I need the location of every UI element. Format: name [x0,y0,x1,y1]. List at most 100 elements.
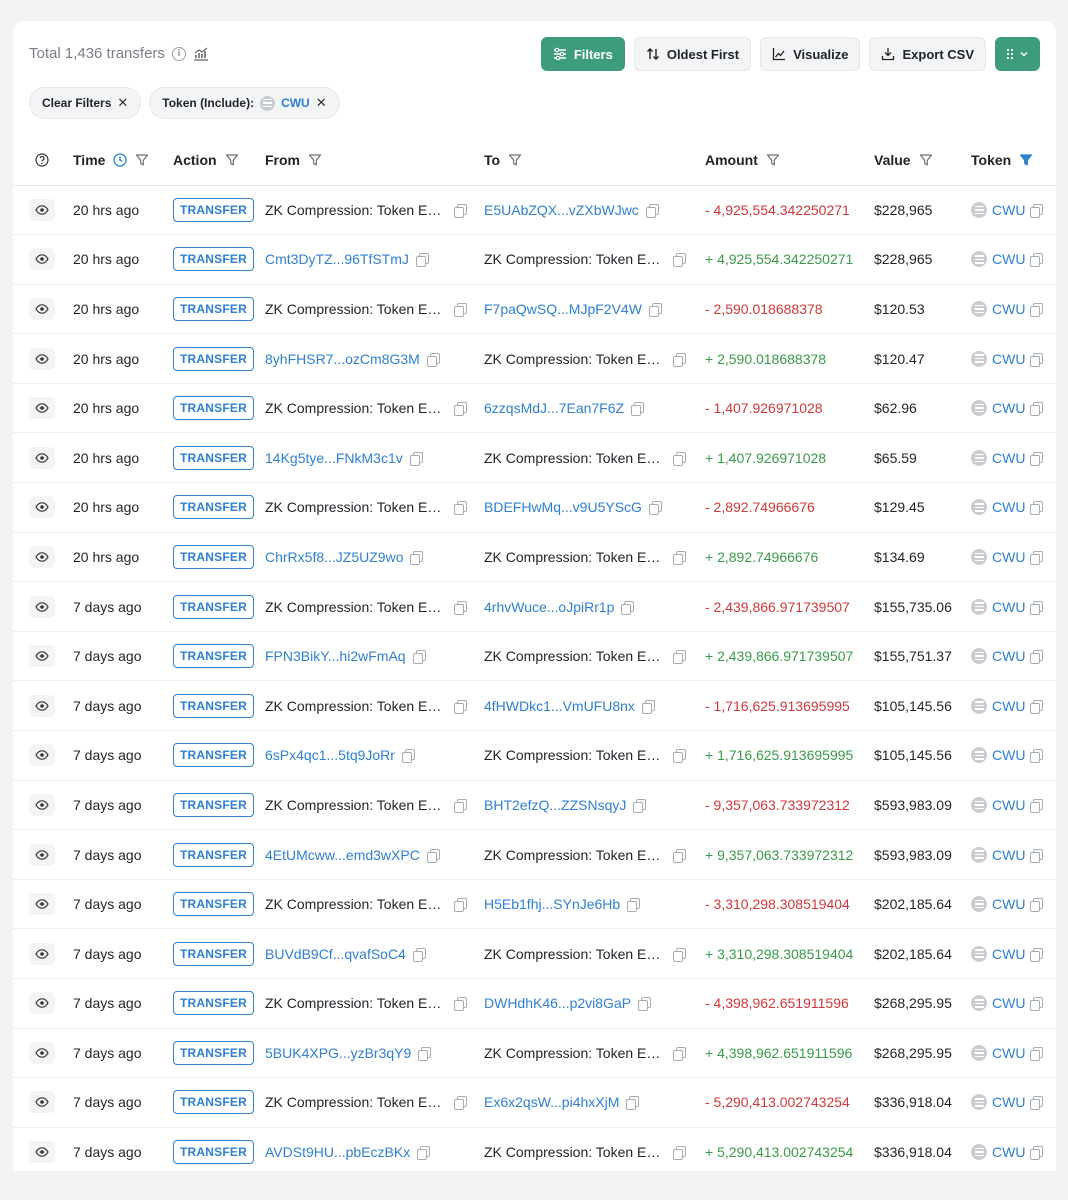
copy-icon[interactable] [638,997,652,1012]
from-address[interactable]: FPN3BikY...hi2wFmAq [265,648,406,664]
token-link[interactable]: CWU [992,648,1025,664]
copy-icon[interactable] [673,352,686,367]
copy-icon[interactable] [417,1146,431,1161]
eye-icon[interactable] [29,992,55,1015]
visualize-button[interactable]: Visualize [760,37,861,71]
from-address[interactable]: 14Kg5tye...FNkM3c1v [265,450,403,466]
eye-icon[interactable] [29,545,55,568]
eye-icon[interactable] [29,347,55,370]
from-address[interactable]: BUVdB9Cf...qvafSoC4 [265,946,406,962]
eye-icon[interactable] [29,744,55,767]
copy-icon[interactable] [1030,302,1044,317]
copy-icon[interactable] [1030,402,1044,417]
eye-icon[interactable] [29,694,55,717]
clear-filters-chip[interactable]: Clear Filters ✕ [29,87,142,119]
more-menu-button[interactable] [995,37,1040,71]
from-address[interactable]: 4EtUMcww...emd3wXPC [265,847,420,863]
copy-icon[interactable] [1030,600,1044,615]
copy-icon[interactable] [401,749,415,764]
copy-icon[interactable] [412,947,426,962]
from-address[interactable]: Cmt3DyTZ...96TfSTmJ [265,251,409,267]
copy-icon[interactable] [454,600,467,615]
close-icon[interactable]: ✕ [117,96,128,111]
copy-icon[interactable] [1030,352,1044,367]
eye-icon[interactable] [29,248,55,271]
to-address[interactable]: F7paQwSQ...MJpF2V4W [484,301,642,317]
to-address[interactable]: BDEFHwMq...v9U5YScG [484,499,642,515]
copy-icon[interactable] [1030,451,1044,466]
copy-icon[interactable] [673,253,686,268]
filter-funnel-active-icon[interactable] [1019,153,1033,167]
eye-icon[interactable] [29,446,55,469]
copy-icon[interactable] [410,550,424,565]
copy-icon[interactable] [673,451,686,466]
to-address[interactable]: H5Eb1fhj...SYnJe6Hb [484,896,620,912]
eye-icon[interactable] [29,843,55,866]
to-address[interactable]: 4fHWDkc1...VmUFU8nx [484,698,635,714]
copy-icon[interactable] [673,848,686,863]
copy-icon[interactable] [1030,798,1044,813]
copy-icon[interactable] [641,699,655,714]
copy-icon[interactable] [621,600,635,615]
eye-icon[interactable] [29,595,55,618]
copy-icon[interactable] [1030,1096,1044,1111]
eye-icon[interactable] [29,397,55,420]
copy-icon[interactable] [454,798,467,813]
copy-icon[interactable] [454,1096,467,1111]
copy-icon[interactable] [627,898,641,913]
eye-icon[interactable] [29,1091,55,1114]
from-address[interactable]: AVDSt9HU...pbEczBKx [265,1144,410,1160]
token-link[interactable]: CWU [992,1094,1025,1110]
token-link[interactable]: CWU [992,1045,1025,1061]
question-circle-icon[interactable] [35,153,49,167]
eye-icon[interactable] [29,1041,55,1064]
copy-icon[interactable] [1030,848,1044,863]
to-address[interactable]: Ex6x2qsW...pi4hxXjM [484,1094,619,1110]
copy-icon[interactable] [648,501,662,516]
copy-icon[interactable] [418,1046,432,1061]
from-address[interactable]: ChrRx5f8...JZ5UZ9wo [265,549,403,565]
token-link[interactable]: CWU [992,946,1025,962]
copy-icon[interactable] [426,352,440,367]
filter-funnel-icon[interactable] [766,153,780,167]
token-link[interactable]: CWU [992,400,1025,416]
from-address[interactable]: 8yhFHSR7...ozCm8G3M [265,351,420,367]
token-filter-chip[interactable]: Token (Include): CWU ✕ [149,87,340,119]
copy-icon[interactable] [454,402,467,417]
token-link[interactable]: CWU [992,995,1025,1011]
token-link[interactable]: CWU [992,549,1025,565]
copy-icon[interactable] [454,501,467,516]
clock-icon[interactable] [113,153,128,167]
copy-icon[interactable] [673,749,686,764]
token-link[interactable]: CWU [992,301,1025,317]
copy-icon[interactable] [673,1146,686,1161]
eye-icon[interactable] [29,942,55,965]
copy-icon[interactable] [415,253,429,268]
info-icon[interactable]: i [171,46,186,61]
copy-icon[interactable] [645,203,659,218]
copy-icon[interactable] [648,302,662,317]
to-address[interactable]: 6zzqsMdJ...7Ean7F6Z [484,400,624,416]
filter-funnel-icon[interactable] [508,153,522,167]
eye-icon[interactable] [29,198,55,221]
eye-icon[interactable] [29,893,55,916]
token-link[interactable]: CWU [992,202,1025,218]
to-address[interactable]: E5UAbZQX...vZXbWJwc [484,202,639,218]
copy-icon[interactable] [626,1096,640,1111]
filters-button[interactable]: Filters [540,37,625,71]
token-link[interactable]: CWU [992,599,1025,615]
token-link[interactable]: CWU [992,450,1025,466]
copy-icon[interactable] [454,898,467,913]
token-link[interactable]: CWU [992,747,1025,763]
copy-icon[interactable] [673,1046,686,1061]
token-link[interactable]: CWU [992,351,1025,367]
eye-icon[interactable] [29,496,55,519]
copy-icon[interactable] [409,451,423,466]
copy-icon[interactable] [454,997,467,1012]
chart-icon[interactable] [193,47,209,61]
to-address[interactable]: BHT2efzQ...ZZSNsqyJ [484,797,626,813]
copy-icon[interactable] [1030,1146,1044,1161]
token-link[interactable]: CWU [992,499,1025,515]
copy-icon[interactable] [1030,898,1044,913]
filter-funnel-icon[interactable] [308,153,322,167]
